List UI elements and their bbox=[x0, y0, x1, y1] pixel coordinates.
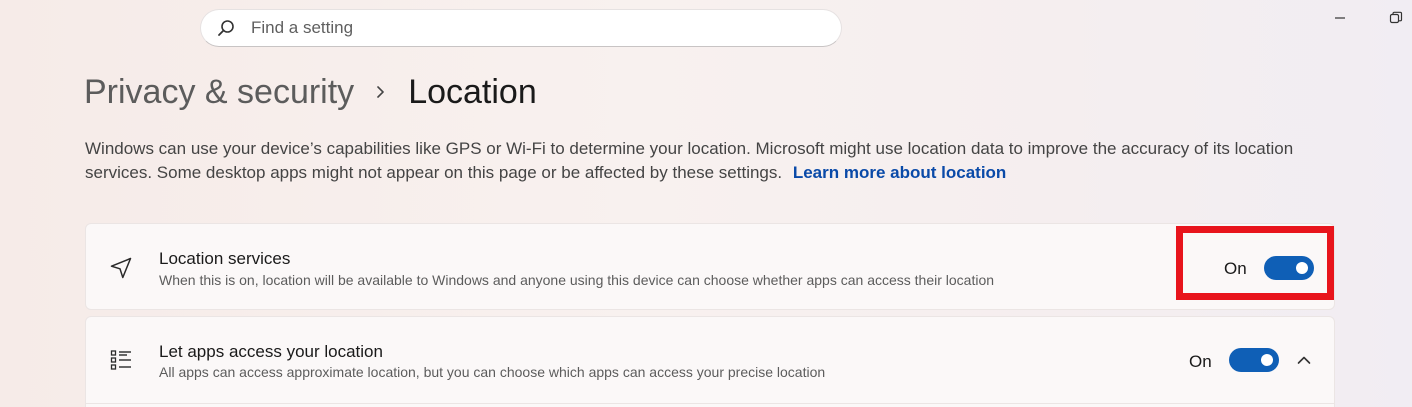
page-description: Windows can use your device’s capabiliti… bbox=[85, 137, 1345, 185]
toggle-state-label: On bbox=[1189, 352, 1212, 371]
breadcrumb-parent[interactable]: Privacy & security bbox=[84, 70, 354, 114]
location-services-setting: Location services When this is on, locat… bbox=[85, 223, 1335, 310]
chevron-up-icon[interactable] bbox=[1296, 352, 1312, 368]
search-icon bbox=[216, 18, 236, 38]
learn-more-link[interactable]: Learn more about location bbox=[793, 163, 1006, 182]
toggle-knob bbox=[1296, 262, 1308, 274]
setting-title: Location services bbox=[159, 249, 291, 268]
search-input[interactable]: Find a setting bbox=[251, 18, 353, 38]
app-location-access-toggle[interactable] bbox=[1229, 348, 1279, 372]
location-services-toggle[interactable] bbox=[1264, 256, 1314, 280]
search-box[interactable]: Find a setting bbox=[200, 9, 842, 47]
page-title: Location bbox=[408, 73, 537, 111]
breadcrumb: Privacy & security Location bbox=[84, 70, 537, 114]
toggle-state-label: On bbox=[1224, 259, 1247, 278]
restore-icon[interactable] bbox=[1388, 10, 1404, 26]
description-text: Windows can use your device’s capabiliti… bbox=[85, 139, 1294, 182]
divider bbox=[86, 403, 1334, 404]
app-list-icon bbox=[108, 347, 134, 373]
minimize-icon[interactable] bbox=[1332, 10, 1348, 26]
location-arrow-icon bbox=[108, 255, 134, 281]
setting-title: Let apps access your location bbox=[159, 342, 383, 361]
toggle-knob bbox=[1261, 354, 1273, 366]
app-location-access-setting[interactable]: Let apps access your location All apps c… bbox=[85, 316, 1335, 407]
setting-subtitle: All apps can access approximate location… bbox=[159, 364, 826, 380]
setting-subtitle: When this is on, location will be availa… bbox=[159, 272, 995, 288]
chevron-right-icon bbox=[374, 85, 388, 99]
